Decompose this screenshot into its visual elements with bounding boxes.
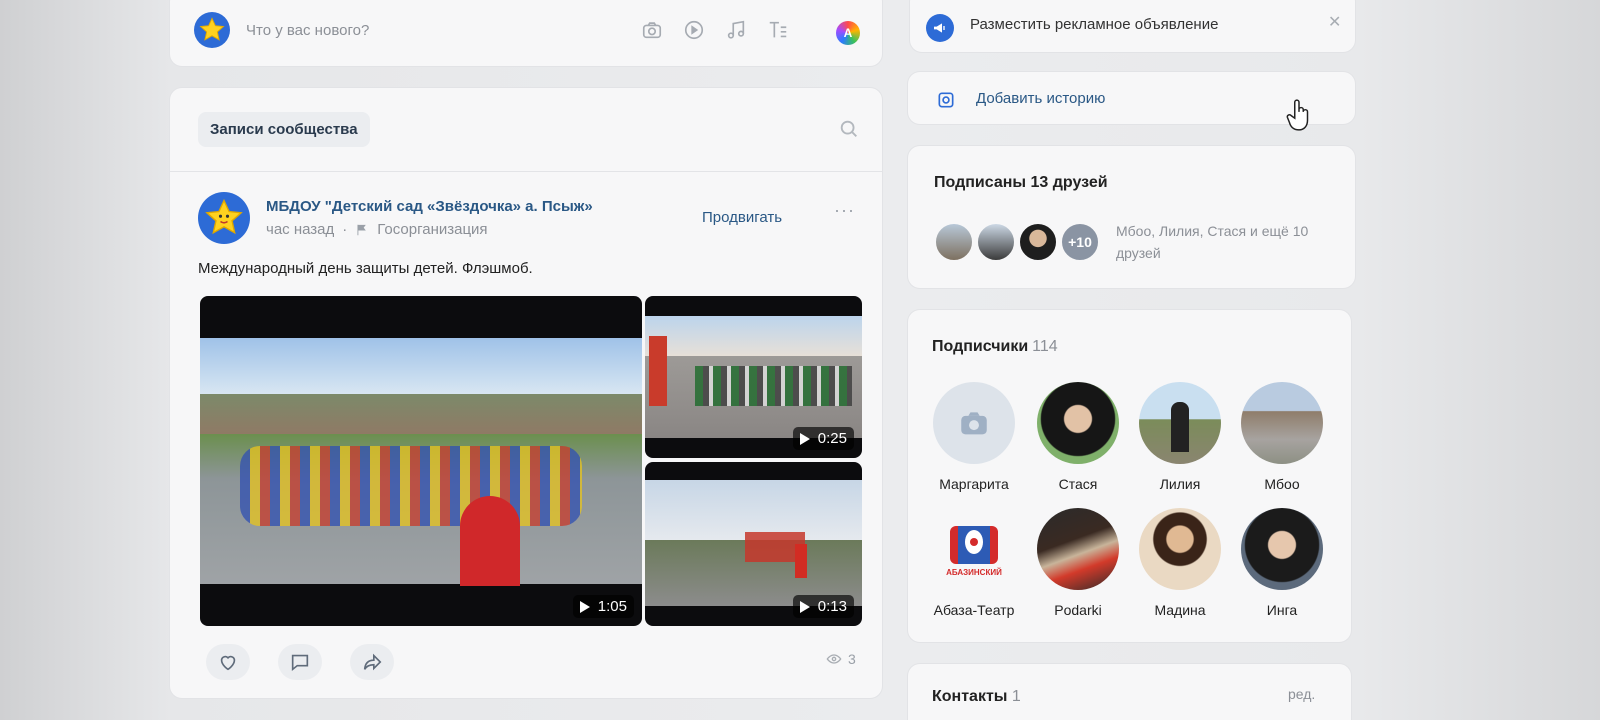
subscribers-card: Подписчики 114 Маргарита Стася Лилия Мбоо…: [908, 310, 1351, 642]
comment-button[interactable]: [278, 644, 322, 680]
avatar: [1139, 508, 1221, 590]
promote-button[interactable]: Продвигать: [702, 209, 782, 226]
like-button[interactable]: [206, 644, 250, 680]
subscriber-item[interactable]: Мадина: [1130, 508, 1230, 618]
post-text: Международный день защиты детей. Флэшмоб…: [198, 260, 533, 277]
flag-icon: [357, 224, 367, 235]
subscriber-item[interactable]: Лилия: [1130, 382, 1230, 492]
subscriber-item[interactable]: Инга: [1232, 508, 1332, 618]
search-icon[interactable]: [838, 118, 860, 145]
video-icon[interactable]: [682, 18, 706, 42]
subscriber-name: Абаза-Театр: [933, 602, 1015, 618]
megaphone-icon: [926, 14, 954, 42]
ad-banner-label[interactable]: Разместить рекламное объявление: [970, 16, 1218, 33]
article-icon[interactable]: [766, 18, 790, 42]
subscriber-item[interactable]: Стася: [1028, 382, 1128, 492]
play-icon: [799, 432, 810, 445]
subscriber-item[interactable]: Маргарита: [924, 382, 1024, 492]
contacts-title[interactable]: Контакты 1: [932, 688, 1021, 706]
more-friends-badge[interactable]: +10: [1060, 222, 1100, 262]
page: Что у вас нового? A Записи сообщества МБ…: [0, 0, 1600, 720]
meta-separator: ·: [342, 221, 348, 238]
subscriber-name: Podarki: [1054, 602, 1102, 618]
avatar: [933, 382, 1015, 464]
post-category: Госорганизация: [377, 221, 488, 238]
add-story-label[interactable]: Добавить историю: [976, 90, 1105, 107]
music-icon[interactable]: [724, 18, 748, 42]
play-icon: [799, 600, 810, 613]
app-icon[interactable]: A: [836, 21, 860, 45]
subscriber-name: Маргарита: [939, 476, 1009, 492]
video-thumbnail-1[interactable]: 1:05: [200, 296, 642, 626]
post-author-name[interactable]: МБДОУ "Детский сад «Звёздочка» а. Псыж»: [266, 198, 593, 215]
share-button[interactable]: [350, 644, 394, 680]
contacts-count: 1: [1011, 688, 1021, 705]
friend-avatar[interactable]: [976, 222, 1016, 262]
friends-title[interactable]: Подписаны 13 друзей: [934, 174, 1108, 192]
comment-icon: [291, 654, 309, 672]
subscriber-name: Лилия: [1159, 476, 1201, 492]
subscriber-item[interactable]: Podarki: [1028, 508, 1128, 618]
video-duration-badge: 0:25: [792, 427, 854, 450]
theater-logo: АБАЗИНСКИЙ: [933, 508, 1015, 590]
hand-cursor-icon: [1286, 98, 1312, 137]
post-meta: час назад · Госорганизация: [266, 221, 488, 238]
friends-subscribed-card: Подписаны 13 друзей +10 Мбоо, Лилия, Ста…: [908, 146, 1355, 288]
heart-icon: [220, 655, 236, 671]
star-icon: [205, 198, 243, 235]
subscribers-count: 114: [1032, 338, 1058, 355]
video-duration-badge: 0:13: [792, 595, 854, 618]
post-media-grid: 1:05 0:25 0:13: [200, 296, 862, 626]
post-author-avatar[interactable]: [198, 192, 250, 244]
close-icon[interactable]: ✕: [1328, 12, 1341, 32]
eye-icon: [826, 654, 842, 664]
views-count: 3: [848, 651, 856, 667]
community-avatar: [194, 12, 230, 48]
subscriber-name: Мбоо: [1264, 476, 1300, 492]
video-thumbnail-3[interactable]: 0:13: [645, 462, 862, 626]
subscriber-item[interactable]: АБАЗИНСКИЙ Абаза-Театр: [924, 508, 1024, 618]
ad-banner[interactable]: Разместить рекламное объявление ✕: [910, 0, 1355, 52]
composer-input[interactable]: Что у вас нового?: [246, 22, 369, 39]
theater-logo-icon: [950, 525, 998, 564]
subscribers-title[interactable]: Подписчики 114: [932, 338, 1058, 356]
post-time[interactable]: час назад: [266, 221, 334, 238]
friend-avatar[interactable]: [934, 222, 974, 262]
edit-contacts-link[interactable]: ред.: [1288, 686, 1315, 702]
more-options-button[interactable]: ···: [834, 200, 855, 221]
post-actions: [206, 644, 394, 680]
subscriber-name: Мадина: [1154, 602, 1206, 618]
play-icon: [579, 600, 590, 613]
avatar: [1241, 508, 1323, 590]
story-icon: [936, 90, 956, 115]
avatar: [1037, 508, 1119, 590]
subscriber-item[interactable]: Мбоо: [1232, 382, 1332, 492]
share-icon: [363, 653, 382, 671]
avatar: [1139, 382, 1221, 464]
post-composer: Что у вас нового? A: [170, 0, 882, 66]
community-feed: Записи сообщества МБДОУ "Детский сад «Зв…: [170, 88, 882, 698]
avatar: [1037, 382, 1119, 464]
tab-community-posts[interactable]: Записи сообщества: [198, 112, 370, 147]
subscriber-name: Стася: [1058, 476, 1098, 492]
feed-tabbar: Записи сообщества: [170, 88, 882, 172]
subscriber-name: Инга: [1266, 602, 1298, 618]
contacts-card: Контакты 1 ред.: [908, 664, 1351, 720]
video-duration-badge: 1:05: [572, 595, 634, 618]
friends-names[interactable]: Мбоо, Лилия, Стася и ещё 10 друзей: [1116, 220, 1336, 264]
friend-avatar[interactable]: [1018, 222, 1058, 262]
avatar: [1241, 382, 1323, 464]
camera-icon: [961, 412, 987, 435]
post-views: 3: [826, 651, 856, 667]
video-thumbnail-2[interactable]: 0:25: [645, 296, 862, 458]
photo-icon[interactable]: [640, 18, 664, 42]
star-icon: [199, 17, 225, 41]
